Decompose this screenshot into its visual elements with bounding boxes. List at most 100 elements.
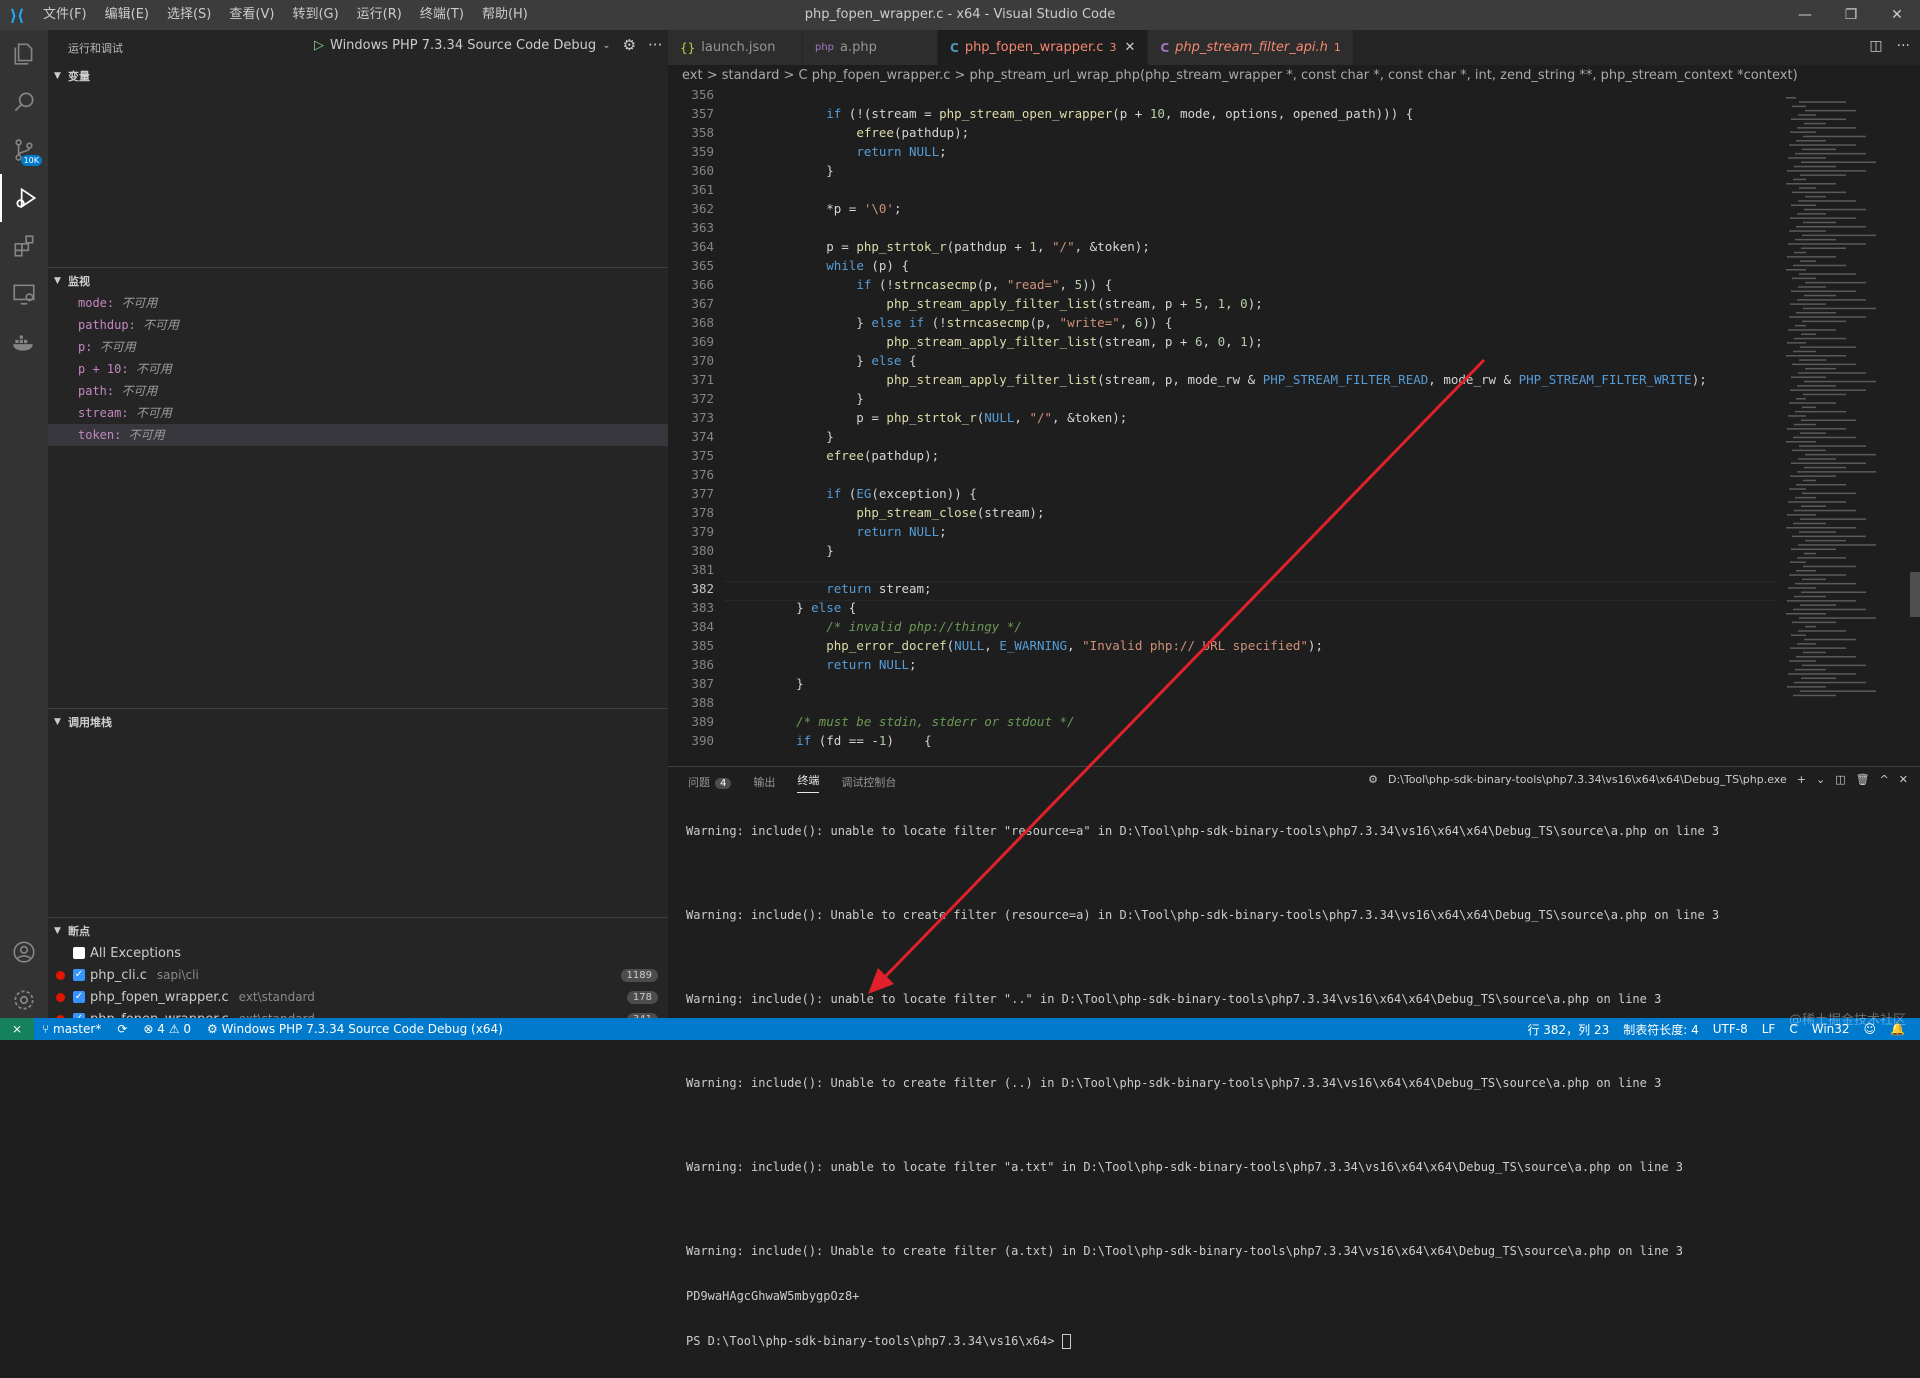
minimap-line: [1802, 320, 1846, 323]
checkbox[interactable]: [73, 947, 85, 959]
variables-section-header[interactable]: ▼ 变量: [48, 65, 668, 87]
terminal-output[interactable]: Warning: include(): unable to locate fil…: [686, 795, 1719, 1378]
watch-item[interactable]: pathdup: 不可用: [48, 314, 668, 336]
breakpoint-item[interactable]: ✓ php_fopen_wrapper.c ext\standard 178: [48, 986, 668, 1008]
tab-debug-console[interactable]: 调试控制台: [841, 774, 896, 790]
watch-value: 不可用: [143, 318, 180, 332]
watch-item[interactable]: p: 不可用: [48, 336, 668, 358]
git-branch[interactable]: ⑂ master*: [34, 1022, 109, 1036]
terminal-prompt-line[interactable]: PS D:\Tool\php-sdk-binary-tools\php7.3.3…: [686, 1333, 1719, 1350]
code-editor[interactable]: 356 357 if (!(stream = php_stream_open_wr…: [668, 87, 1778, 757]
minimap-line: [1793, 350, 1816, 353]
tab-problems[interactable]: 问题 4: [688, 774, 732, 790]
debug-config-name[interactable]: Windows PHP 7.3.34 Source Code Debug: [330, 38, 596, 53]
more-actions-icon[interactable]: ···: [648, 36, 662, 54]
call-stack-section-header[interactable]: ▼ 调用堆栈: [48, 711, 668, 733]
problems-status[interactable]: ⊗ 4 ⚠ 0: [135, 1022, 199, 1036]
add-terminal-icon[interactable]: +: [1797, 773, 1806, 786]
menu-go[interactable]: 转到(G): [283, 0, 347, 30]
watch-item[interactable]: stream: 不可用: [48, 402, 668, 424]
encoding[interactable]: UTF-8: [1706, 1022, 1755, 1036]
gear-icon[interactable]: ⚙: [623, 36, 636, 54]
source-control-icon[interactable]: 10K: [0, 126, 48, 174]
code-line: php_error_docref(NULL, E_WARNING, "Inval…: [826, 638, 1323, 653]
code-line: return stream;: [826, 581, 932, 596]
start-debugging-icon[interactable]: ▷: [314, 38, 324, 53]
settings-gear-icon[interactable]: [0, 976, 48, 1024]
watch-section-header[interactable]: ▼ 监视: [48, 270, 668, 292]
minimap-line: [1799, 445, 1866, 447]
menu-run[interactable]: 运行(R): [348, 0, 411, 30]
minimap-line: [1787, 600, 1856, 602]
checkbox[interactable]: ✓: [73, 991, 85, 1003]
tab-php-stream-filter-api[interactable]: C php_stream_filter_api.h 1: [1148, 30, 1354, 65]
menu-help[interactable]: 帮助(H): [473, 0, 537, 30]
minimap-line: [1791, 118, 1846, 120]
watch-item[interactable]: path: 不可用: [48, 380, 668, 402]
tab-output[interactable]: 输出: [753, 774, 775, 790]
breadcrumb[interactable]: ext > standard > C php_fopen_wrapper.c >…: [668, 65, 1920, 87]
debug-config-selector[interactable]: ▷ Windows PHP 7.3.34 Source Code Debug ⌄…: [314, 36, 662, 54]
breakpoint-item[interactable]: All Exceptions: [48, 942, 668, 964]
tab-a-php[interactable]: php a.php: [803, 30, 938, 65]
menu-terminal[interactable]: 终端(T): [411, 0, 473, 30]
chevron-down-icon[interactable]: ⌄: [602, 40, 610, 51]
minimap-line: [1791, 290, 1856, 292]
line-number: 383: [691, 600, 714, 615]
code-line: p = php_strtok_r(NULL, "/", &token);: [766, 410, 1128, 425]
split-editor-icon[interactable]: ◫: [1869, 38, 1882, 54]
minimap-line: [1800, 174, 1846, 176]
account-icon[interactable]: [0, 928, 48, 976]
restore-button[interactable]: ❐: [1828, 0, 1874, 30]
watch-item[interactable]: mode: 不可用: [48, 292, 668, 314]
more-actions-icon[interactable]: ···: [1897, 38, 1910, 54]
remote-icon[interactable]: ⨯: [0, 1018, 34, 1040]
close-panel-icon[interactable]: ✕: [1899, 773, 1908, 786]
tab-php-fopen-wrapper[interactable]: C php_fopen_wrapper.c 3 ✕: [938, 30, 1149, 65]
checkbox[interactable]: ✓: [73, 969, 85, 981]
split-terminal-icon[interactable]: ◫: [1835, 773, 1845, 786]
menu-edit[interactable]: 编辑(E): [96, 0, 158, 30]
menu-view[interactable]: 查看(V): [220, 0, 283, 30]
docker-icon[interactable]: [0, 318, 48, 366]
minimap-line: [1794, 165, 1836, 168]
end-of-line[interactable]: LF: [1755, 1022, 1783, 1036]
close-icon[interactable]: ✕: [1124, 40, 1135, 55]
minimap-slider[interactable]: [1910, 572, 1920, 617]
watch-expression: mode:: [78, 296, 115, 310]
search-icon[interactable]: [0, 78, 48, 126]
breakpoints-section-header[interactable]: ▼ 断点: [48, 920, 668, 942]
menu-selection[interactable]: 选择(S): [158, 0, 220, 30]
watch-value: 不可用: [128, 428, 165, 442]
code-line: php_stream_apply_filter_list(stream, p +…: [886, 334, 1263, 349]
watch-item[interactable]: p + 10: 不可用: [48, 358, 668, 380]
minimap-line: [1803, 565, 1856, 568]
remote-explorer-icon[interactable]: [0, 270, 48, 318]
minimap-line: [1794, 423, 1816, 426]
run-debug-icon[interactable]: [0, 174, 50, 222]
tab-launch-json[interactable]: {} launch.json: [668, 30, 803, 65]
sync-icon[interactable]: ⟳: [109, 1022, 135, 1036]
minimap-line: [1789, 488, 1806, 490]
breakpoints-title: 断点: [68, 925, 90, 938]
terminal-selector[interactable]: D:\Tool\php-sdk-binary-tools\php7.3.34\v…: [1388, 773, 1787, 786]
trash-icon[interactable]: 🗑: [1856, 773, 1870, 786]
tab-terminal[interactable]: 终端: [797, 772, 820, 793]
indentation[interactable]: 制表符长度: 4: [1616, 1021, 1706, 1038]
menu-file[interactable]: 文件(F): [34, 0, 96, 30]
chevron-down-icon[interactable]: ⌄: [1816, 773, 1825, 786]
explorer-icon[interactable]: [0, 30, 48, 78]
extensions-icon[interactable]: [0, 222, 48, 270]
watch-item[interactable]: token: 不可用: [48, 424, 668, 446]
minimap[interactable]: [1778, 87, 1920, 757]
minimap-line: [1788, 329, 1836, 331]
minimize-button[interactable]: —: [1782, 0, 1828, 30]
debug-config-status[interactable]: ⚙ Windows PHP 7.3.34 Source Code Debug (…: [199, 1022, 511, 1036]
maximize-panel-icon[interactable]: ^: [1880, 773, 1889, 786]
cursor-position[interactable]: 行 382，列 23: [1520, 1021, 1616, 1038]
close-window-button[interactable]: ✕: [1874, 0, 1920, 30]
minimap-line: [1789, 402, 1836, 404]
minimap-line: [1796, 570, 1816, 572]
minimap-line: [1794, 681, 1866, 684]
breakpoint-item[interactable]: ✓ php_cli.c sapi\cli 1189: [48, 964, 668, 986]
